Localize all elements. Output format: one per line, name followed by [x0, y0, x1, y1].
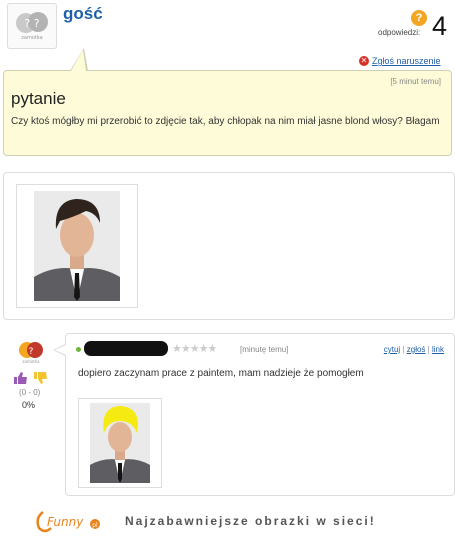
question-title: pytanie — [11, 89, 66, 108]
vote-icons — [14, 372, 47, 384]
online-status-icon — [76, 347, 81, 352]
portrait-photo — [34, 191, 120, 301]
vote-score: (0 - 0) — [19, 388, 41, 397]
report-answer-link[interactable]: zgłoś — [407, 345, 426, 354]
question-time: [5 minut temu] — [390, 77, 441, 86]
funny-logo-icon[interactable]: Funny pl — [33, 508, 103, 534]
rating-stars[interactable]: ★★★★★ — [172, 342, 217, 355]
svg-text:?: ? — [29, 347, 34, 357]
answer-time: [minutę temu] — [240, 345, 289, 354]
question-text: Czy ktoś mógłby mi przerobić to zdjęcie … — [11, 116, 440, 127]
thumb-up-icon — [14, 372, 27, 384]
quote-link[interactable]: cytuj — [384, 345, 400, 354]
user-avatar[interactable]: ? ? zamotka — [7, 3, 57, 49]
svg-text:? ?: ? ? — [24, 17, 39, 30]
svg-text:pl: pl — [92, 522, 98, 529]
answer-box: ★★★★★ [minutę temu] cytuj | zgłoś | link… — [65, 333, 455, 496]
permalink-link[interactable]: link — [432, 345, 444, 354]
answer-text: dopiero zaczynam prace z paintem, mam na… — [78, 368, 364, 379]
vote-percent: 0% — [22, 400, 36, 410]
question-image-box — [3, 172, 455, 320]
username[interactable]: gość — [63, 4, 103, 24]
separator: | — [402, 345, 405, 354]
answerer-avatar-icon[interactable]: ? zamotka — [17, 338, 45, 364]
chat-bubbles-icon: ? ? zamotka — [16, 12, 48, 41]
svg-text:Funny: Funny — [47, 515, 84, 529]
report-link[interactable]: Zgłoś naruszenie — [372, 56, 441, 66]
answer-links: cytuj | zgłoś | link — [384, 345, 444, 354]
answers-label: odpowiedzi: — [378, 28, 421, 37]
report-icon: ✕ — [359, 56, 369, 66]
edited-portrait-photo — [90, 403, 150, 483]
redacted-username — [84, 341, 168, 356]
photo-thumbnail[interactable] — [16, 184, 138, 308]
footer-slogan: Najzabawniejsze obrazki w sieci! — [125, 514, 376, 528]
question-box: [5 minut temu] pytanie Czy ktoś mógłby m… — [3, 70, 452, 156]
separator: | — [427, 345, 430, 354]
answer-notch-inner — [55, 345, 66, 355]
speech-notch-inner — [71, 50, 86, 71]
answer-photo-thumbnail[interactable] — [78, 398, 162, 488]
svg-text:zamotka: zamotka — [21, 35, 42, 41]
svg-text:zamotka: zamotka — [22, 359, 40, 364]
thumb-down-icon — [34, 372, 47, 384]
question-icon: ? — [411, 10, 427, 26]
answers-count: 4 — [432, 11, 448, 41]
